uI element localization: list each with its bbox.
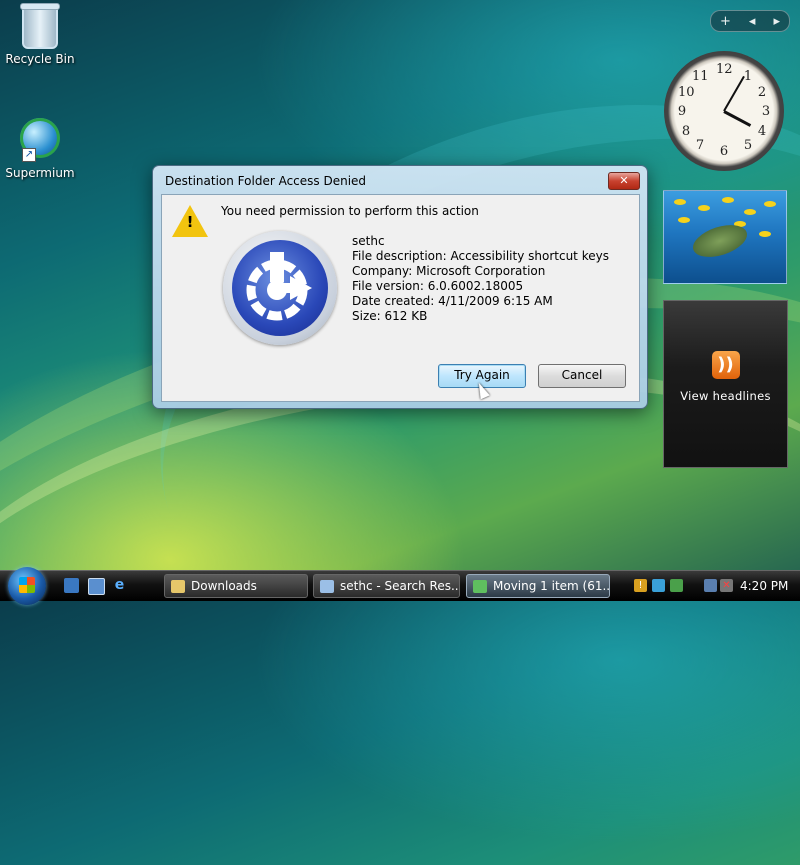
add-gadget-button[interactable]: + bbox=[720, 14, 731, 29]
dialog-title: Destination Folder Access Denied bbox=[165, 174, 367, 188]
file-name: sethc bbox=[352, 234, 385, 248]
clock-number: 8 bbox=[681, 124, 691, 139]
windows-logo-icon bbox=[19, 577, 35, 593]
next-page-button[interactable]: ▸ bbox=[773, 14, 780, 29]
recycle-bin-icon bbox=[18, 3, 62, 49]
network-icon[interactable] bbox=[704, 579, 717, 592]
taskbar-item-downloads[interactable]: Downloads bbox=[164, 574, 308, 598]
close-button[interactable]: ✕ bbox=[608, 172, 640, 190]
volume-muted-icon[interactable]: ✕ bbox=[720, 579, 733, 592]
slideshow-gadget[interactable] bbox=[663, 190, 787, 284]
file-details: sethc File description: Accessibility sh… bbox=[352, 234, 609, 324]
warning-icon-mark: ! bbox=[186, 213, 194, 231]
clock-number: 4 bbox=[757, 124, 767, 139]
feed-headlines-gadget[interactable]: )) View headlines bbox=[663, 300, 788, 468]
defender-icon[interactable] bbox=[670, 579, 683, 592]
previous-page-button[interactable]: ◂ bbox=[749, 14, 756, 29]
taskbar-item-search[interactable]: sethc - Search Res... bbox=[313, 574, 460, 598]
taskbar-item-label: Moving 1 item (61... bbox=[493, 579, 610, 593]
file-version: File version: 6.0.6002.18005 bbox=[352, 279, 524, 293]
clock-gadget[interactable]: 12 1 2 3 4 5 6 7 8 9 10 11 bbox=[664, 51, 784, 171]
clock-minute-hand bbox=[723, 75, 745, 112]
folder-icon bbox=[171, 580, 185, 593]
switch-windows-icon[interactable] bbox=[88, 578, 105, 595]
clock-number: 2 bbox=[757, 85, 767, 100]
taskbar-item-moving[interactable]: Moving 1 item (61... bbox=[466, 574, 610, 598]
search-window-icon bbox=[320, 580, 334, 593]
clock-number: 5 bbox=[743, 138, 753, 153]
taskbar-item-label: sethc - Search Res... bbox=[340, 579, 460, 593]
access-denied-dialog: Destination Folder Access Denied ✕ ! You… bbox=[152, 165, 648, 409]
show-desktop-icon[interactable] bbox=[64, 578, 79, 593]
clock-number: 3 bbox=[761, 104, 771, 119]
dialog-message: You need permission to perform this acti… bbox=[221, 204, 479, 218]
copy-progress-icon bbox=[473, 580, 487, 593]
windows-update-icon[interactable] bbox=[652, 579, 665, 592]
tray-clock[interactable]: 4:20 PM bbox=[740, 579, 788, 593]
cancel-button[interactable]: Cancel bbox=[538, 364, 626, 388]
file-description: File description: Accessibility shortcut… bbox=[352, 249, 609, 263]
taskbar: e Downloads sethc - Search Res... Moving… bbox=[0, 567, 800, 605]
desktop-icon-supermium[interactable]: ↗ Supermium bbox=[0, 118, 80, 180]
start-button[interactable] bbox=[8, 567, 46, 605]
internet-explorer-icon[interactable]: e bbox=[112, 578, 127, 593]
file-date-created: Date created: 4/11/2009 6:15 AM bbox=[352, 294, 553, 308]
clock-number: 9 bbox=[677, 104, 687, 119]
security-shield-icon[interactable]: ! bbox=[634, 579, 647, 592]
taskbar-item-label: Downloads bbox=[191, 579, 257, 593]
desktop-icon-recycle-bin[interactable]: Recycle Bin bbox=[0, 3, 80, 66]
clock-number: 12 bbox=[716, 62, 733, 77]
supermium-icon: ↗ bbox=[18, 118, 62, 162]
desktop-icon-label: Supermium bbox=[5, 166, 75, 180]
sidebar-controls: + ◂ ▸ bbox=[710, 10, 790, 32]
clock-number: 11 bbox=[692, 69, 709, 84]
clock-hour-hand bbox=[723, 110, 752, 127]
accessibility-icon bbox=[223, 231, 337, 345]
rss-icon: )) bbox=[711, 351, 740, 379]
clock-number: 6 bbox=[719, 144, 729, 159]
system-tray: ! ✕ 4:20 PM bbox=[630, 574, 795, 598]
view-headlines-label[interactable]: View headlines bbox=[664, 389, 787, 403]
file-company: Company: Microsoft Corporation bbox=[352, 264, 546, 278]
dialog-body: ! You need permission to perform this ac… bbox=[161, 194, 640, 402]
clock-number: 7 bbox=[695, 138, 705, 153]
clock-number: 10 bbox=[678, 85, 695, 100]
file-size: Size: 612 KB bbox=[352, 309, 428, 323]
desktop-icon-label: Recycle Bin bbox=[5, 52, 75, 66]
